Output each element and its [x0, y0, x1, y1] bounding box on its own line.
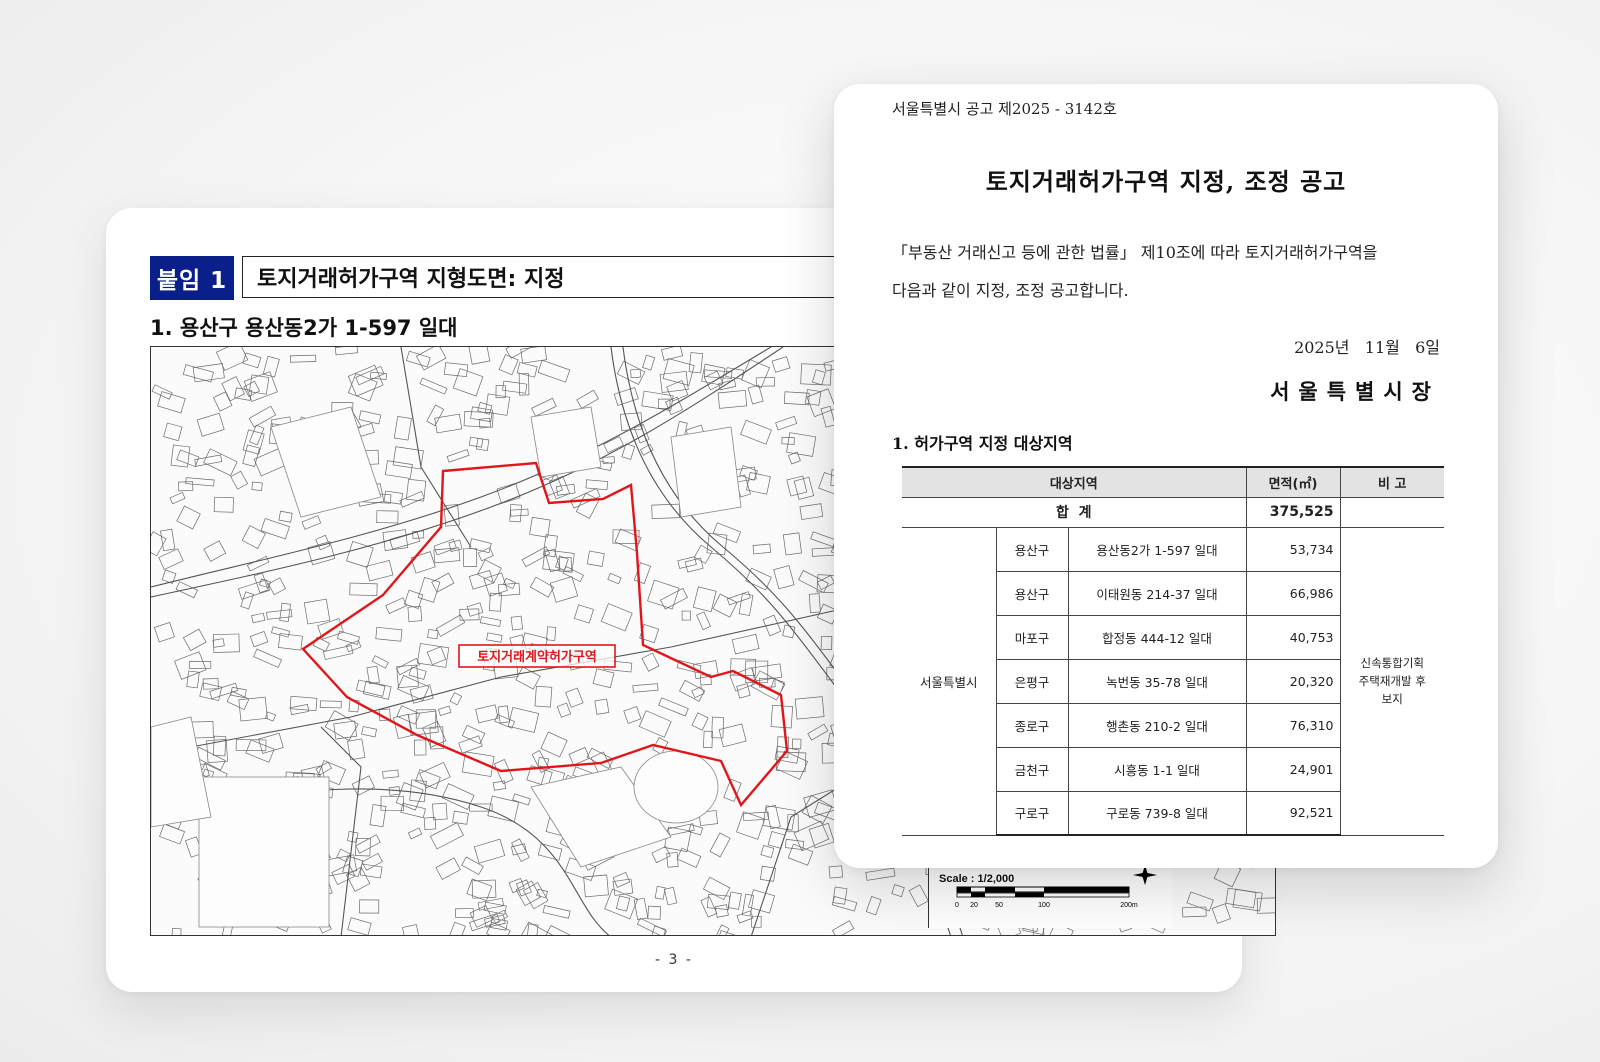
location-cell: 행촌동 210-2 일대 [1067, 702, 1247, 748]
location-cell: 이태원동 214-37 일대 [1067, 570, 1247, 616]
location-cell: 시흥동 1-1 일대 [1067, 746, 1247, 792]
scale-bar: 0 20 50 100 200m [955, 865, 1157, 909]
area-cell: 53,734 [1245, 526, 1341, 572]
attachment-title-text: 토지거래허가구역 지형도면: 지정 [257, 267, 565, 292]
district-cell: 은평구 [996, 658, 1069, 704]
remark-text: 신속통합기획 주택재개발 후보지 [1358, 656, 1426, 706]
district-cell: 종로구 [996, 702, 1069, 748]
district-cell: 용산구 [996, 570, 1069, 616]
district-cell: 구로구 [996, 790, 1069, 836]
area-cell: 92,521 [1245, 790, 1340, 836]
notice-body-line-1: 「부동산 거래신고 등에 관한 법률」 제10조에 따라 토지거래허가구역을 [892, 243, 1378, 262]
scale-tick-0: 0 [955, 902, 959, 909]
notice-number: 서울특별시 공고 제2025 - 3142호 [892, 100, 1117, 118]
zone-label: 토지거래계약허가구역 [477, 649, 597, 665]
area-cell: 20,320 [1245, 658, 1340, 704]
total-value: 375,525 [1245, 496, 1341, 528]
city-cell: 서울특별시 [902, 526, 997, 836]
district-cell: 마포구 [996, 614, 1069, 660]
location-cell: 녹번동 35-78 일대 [1067, 658, 1247, 704]
area-cell: 40,753 [1245, 614, 1340, 660]
target-zones-table: 대상지역 면적(㎡) 비 고 합 계 375,525 서울특별시 용산구 용산동2가… [902, 466, 1444, 836]
notice-body-line-2: 다음과 같이 지정, 조정 공고합니다. [892, 281, 1129, 300]
page-number: - 3 - [655, 952, 693, 968]
location-cell: 합정동 444-12 일대 [1067, 614, 1247, 660]
scale-tick-20: 20 [970, 902, 978, 909]
scale-tick-100: 100 [1038, 902, 1050, 909]
area-cell: 76,310 [1245, 702, 1340, 748]
scale-tick-50: 50 [995, 902, 1003, 909]
notice-body: 「부동산 거래신고 등에 관한 법률」 제10조에 따라 토지거래허가구역을 다… [892, 234, 1452, 310]
attachment-badge: 붙임 1 [150, 256, 234, 300]
notice-date: 2025년 11월 6일 [1294, 338, 1440, 357]
location-cell: 구로동 739-8 일대 [1067, 790, 1247, 836]
table-row: 서울특별시 용산구 용산동2가 1-597 일대 53,734 신속통합기획 주택재개발… [902, 526, 1444, 836]
notice-issuer: 서울특별시장 [1270, 379, 1440, 404]
location-cell: 용산동2가 1-597 일대 [1067, 526, 1247, 572]
total-remark [1339, 496, 1444, 528]
remark-cell: 신속통합기획 주택재개발 후보지 [1339, 526, 1444, 836]
district-cell: 금천구 [996, 746, 1069, 792]
area-cell: 24,901 [1245, 746, 1340, 792]
header-area: 면적(㎡) [1245, 466, 1341, 498]
area-cell: 66,986 [1245, 570, 1340, 616]
notice-card: 서울특별시 공고 제2025 - 3142호 토지거래허가구역 지정, 조정 공… [834, 84, 1498, 868]
header-remark: 비 고 [1339, 466, 1444, 498]
table-total-row: 합 계 375,525 [902, 496, 1444, 528]
map-section-title: 1. 용산구 용산동2가 1-597 일대 [150, 316, 458, 340]
scale-tick-200m: 200m [1120, 902, 1138, 909]
notice-subhead: 1. 허가구역 지정 대상지역 [892, 434, 1073, 453]
district-cell: 용산구 [995, 526, 1069, 572]
table-header-row: 대상지역 면적(㎡) 비 고 [902, 466, 1444, 498]
notice-title: 토지거래허가구역 지정, 조정 공고 [985, 167, 1347, 196]
north-arrow-icon [1133, 865, 1157, 885]
scale-legend: Scale : 1/2,000 0 20 50 100 200m [928, 864, 1172, 928]
total-label: 합 계 [902, 496, 1247, 528]
header-target: 대상지역 [902, 466, 1247, 498]
